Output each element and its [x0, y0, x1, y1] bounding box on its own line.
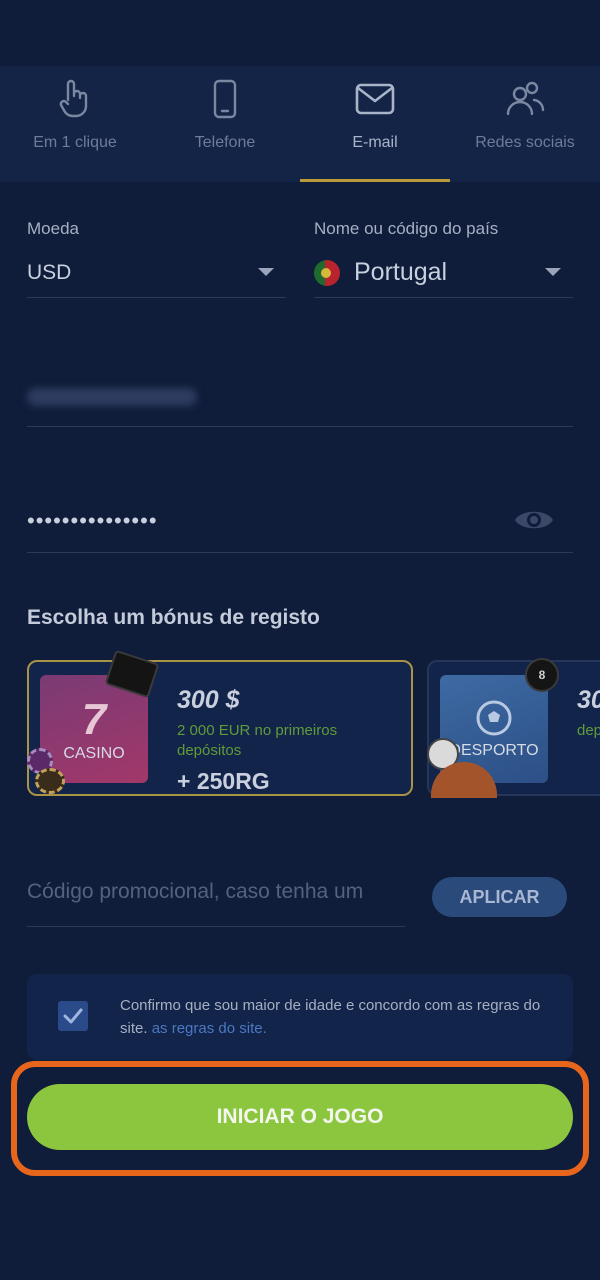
country-select[interactable]: Portugal: [314, 248, 573, 298]
bonus-section-title: Escolha um bónus de registo: [27, 606, 320, 629]
tab-one-click[interactable]: Em 1 clique: [0, 66, 150, 182]
start-game-button[interactable]: INICIAR O JOGO: [27, 1084, 573, 1150]
bonus-description: dep: [577, 722, 600, 739]
password-field[interactable]: [27, 475, 573, 553]
currency-value: USD: [27, 260, 72, 284]
tab-label: Em 1 clique: [33, 134, 117, 151]
eye-icon[interactable]: [513, 505, 555, 535]
tab-social[interactable]: Redes sociais: [450, 66, 600, 182]
email-field[interactable]: [27, 350, 573, 427]
tap-finger-icon: [59, 79, 88, 118]
bonus-amount: 30: [577, 686, 600, 714]
consent-checkbox[interactable]: [58, 1001, 88, 1031]
rules-link[interactable]: as regras do site.: [152, 1020, 267, 1037]
football-icon: [476, 700, 512, 736]
currency-select[interactable]: USD: [27, 248, 286, 298]
tab-label: Redes sociais: [475, 134, 575, 151]
country-label: Nome ou código do país: [314, 219, 499, 238]
portugal-flag-icon: [314, 259, 340, 286]
bonus-amount: 300 $: [177, 686, 240, 714]
consent-box: Confirmo que sou maior de idade e concor…: [27, 974, 573, 1060]
people-icon: [506, 81, 545, 116]
chevron-down-icon: [545, 268, 561, 276]
bonus-description: 2 000 EUR no primeiros depósitos: [177, 722, 338, 759]
bonus-card-casino[interactable]: 7 CASINO 300 $ 2 000 EUR no primeiros de…: [27, 649, 413, 796]
bonus-card-sport[interactable]: DESPORTO 8 30 dep: [427, 658, 600, 798]
checkmark-icon: [63, 1008, 83, 1024]
registration-tabs: Em 1 clique Telefone E-mail Redes sociai…: [0, 66, 600, 182]
bonus-extra: + 250RG: [177, 768, 270, 794]
seven-icon: 7: [81, 695, 107, 744]
chip-icon: [35, 768, 65, 794]
tab-label: E-mail: [352, 134, 398, 151]
consent-text-block: Confirmo que sou maior de idade e concor…: [120, 994, 550, 1040]
currency-label: Moeda: [27, 219, 79, 238]
bonus-category: CASINO: [63, 745, 125, 762]
tab-phone[interactable]: Telefone: [150, 66, 300, 182]
tab-label: Telefone: [194, 134, 256, 151]
tab-email[interactable]: E-mail: [300, 66, 450, 182]
country-value: Portugal: [354, 258, 448, 286]
eight-ball-icon: 8: [525, 658, 559, 692]
chevron-down-icon: [258, 268, 274, 276]
promo-code-underline: [27, 880, 405, 927]
phone-icon: [213, 79, 237, 119]
bonus-category: DESPORTO: [449, 742, 539, 759]
envelope-icon: [355, 83, 395, 115]
apply-button[interactable]: APLICAR: [432, 877, 567, 917]
